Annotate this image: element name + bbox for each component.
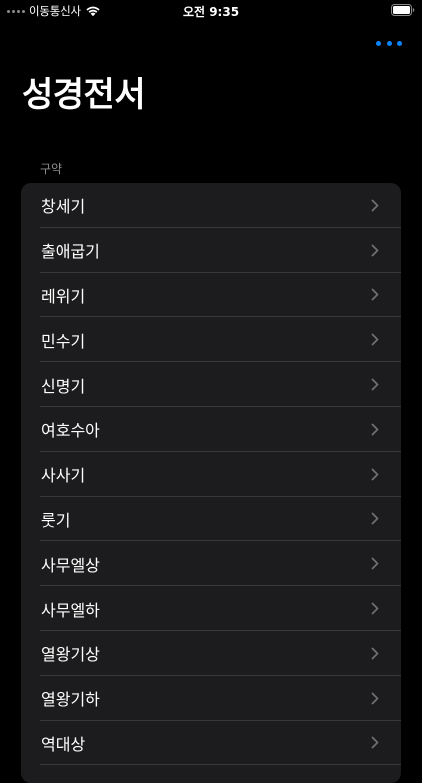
list-item[interactable]: 출애굽기 bbox=[21, 228, 401, 273]
list-item-label: 사사기 bbox=[41, 466, 86, 486]
chevron-right-icon bbox=[371, 692, 379, 705]
list-item-label: 사무엘하 bbox=[41, 600, 100, 620]
list-item[interactable]: 여호수아 bbox=[21, 407, 401, 452]
chevron-right-icon bbox=[371, 468, 379, 481]
section-header: 구약 bbox=[40, 162, 63, 176]
list-item-label: 역대상 bbox=[41, 734, 86, 754]
book-list: 창세기 출애굽기 레위기 민수기 신명기 여호수아 사사기 룻기 사무엘상 사무… bbox=[21, 183, 401, 783]
status-bar: 이동통신사 오전 9:35 bbox=[0, 0, 422, 22]
list-item-label: 사무엘상 bbox=[41, 555, 100, 575]
list-item[interactable]: 사무엘상 bbox=[21, 541, 401, 586]
more-options-button[interactable] bbox=[376, 36, 402, 50]
list-item[interactable]: 레위기 bbox=[21, 273, 401, 318]
list-item-label: 열왕기하 bbox=[41, 690, 100, 710]
list-item[interactable]: 사사기 bbox=[21, 452, 401, 497]
list-item-label: 민수기 bbox=[41, 331, 86, 351]
chevron-right-icon bbox=[371, 647, 379, 660]
list-item[interactable]: 신명기 bbox=[21, 362, 401, 407]
list-item-label: 레위기 bbox=[41, 286, 86, 306]
ellipsis-icon bbox=[376, 40, 381, 46]
chevron-right-icon bbox=[371, 378, 379, 391]
chevron-right-icon bbox=[371, 289, 379, 301]
chevron-right-icon bbox=[371, 602, 379, 615]
page-title: 성경전서 bbox=[22, 75, 146, 115]
list-item[interactable]: 민수기 bbox=[21, 317, 401, 362]
list-item[interactable]: 역대상 bbox=[21, 721, 401, 766]
chevron-right-icon bbox=[371, 513, 379, 525]
battery-icon bbox=[391, 4, 415, 16]
list-item-label: 신명기 bbox=[41, 376, 86, 396]
status-time: 오전 9:35 bbox=[182, 5, 240, 19]
list-item-label: 여호수아 bbox=[41, 421, 100, 441]
list-item[interactable]: 룻기 bbox=[21, 497, 401, 542]
chevron-right-icon bbox=[371, 333, 379, 346]
list-item[interactable]: 열왕기하 bbox=[21, 676, 401, 721]
list-item-label: 룻기 bbox=[41, 510, 71, 530]
chevron-right-icon bbox=[371, 423, 379, 436]
chevron-right-icon bbox=[371, 737, 379, 749]
chevron-right-icon bbox=[371, 199, 379, 212]
chevron-right-icon bbox=[371, 244, 379, 257]
chevron-right-icon bbox=[371, 557, 379, 570]
list-item[interactable]: 열왕기상 bbox=[21, 631, 401, 676]
list-item[interactable]: 창세기 bbox=[21, 183, 401, 228]
list-item[interactable]: 사무엘하 bbox=[21, 586, 401, 631]
list-item-label: 열왕기상 bbox=[41, 645, 100, 665]
list-item-label: 창세기 bbox=[41, 197, 86, 217]
list-item-label: 출애굽기 bbox=[41, 242, 100, 262]
